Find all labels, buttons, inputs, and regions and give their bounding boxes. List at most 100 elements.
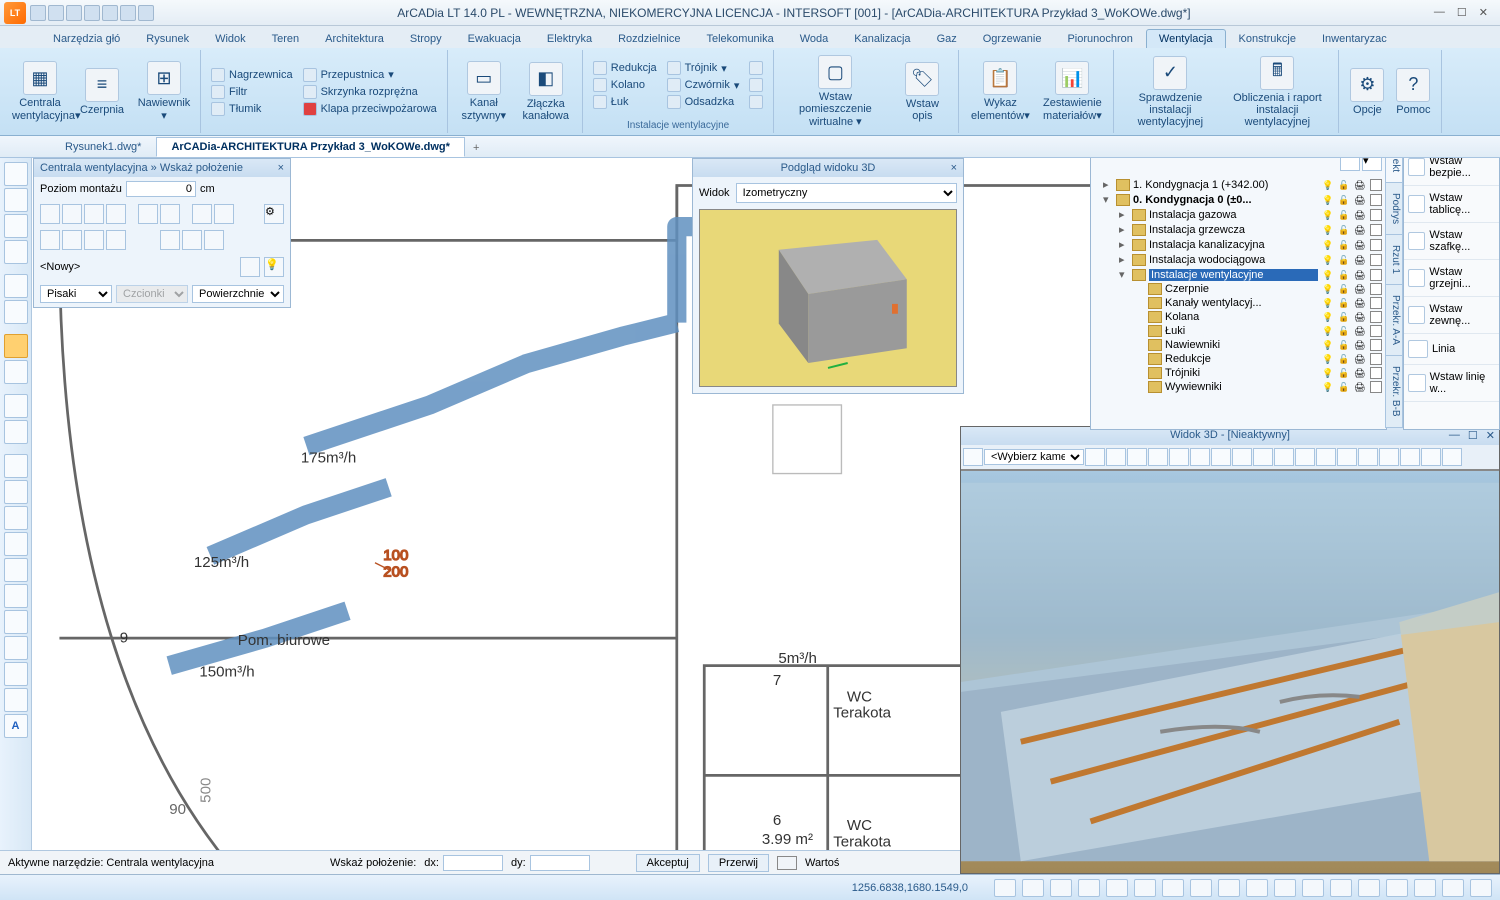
- status-icon[interactable]: [1246, 879, 1268, 897]
- vtab-przekr-a[interactable]: Przekr. A-A: [1385, 284, 1403, 356]
- v3d-tool-icon[interactable]: [1295, 448, 1315, 466]
- v3d-tool-icon[interactable]: [1085, 448, 1105, 466]
- prop-tool-icon[interactable]: [138, 204, 158, 224]
- prop-tool-icon[interactable]: [182, 230, 202, 250]
- klapa-button[interactable]: Klapa przeciwpożarowa: [299, 101, 441, 117]
- qat-print-icon[interactable]: [84, 5, 100, 21]
- tool-icon[interactable]: [4, 688, 28, 712]
- status-icon[interactable]: [1022, 879, 1044, 897]
- v3d-tool-icon[interactable]: [1358, 448, 1378, 466]
- status-icon[interactable]: [1386, 879, 1408, 897]
- status-icon[interactable]: [1442, 879, 1464, 897]
- tool-icon[interactable]: A: [4, 714, 28, 738]
- tree-node[interactable]: Czerpnie: [1095, 282, 1382, 296]
- extra3-icon[interactable]: [745, 94, 767, 110]
- v3d-tool-icon[interactable]: [1232, 448, 1252, 466]
- tool-icon-active[interactable]: [4, 334, 28, 358]
- tool-icon[interactable]: [4, 506, 28, 530]
- pm-tool-icon[interactable]: ▾: [1362, 158, 1382, 171]
- tool-icon[interactable]: [4, 662, 28, 686]
- tool-icon[interactable]: [4, 584, 28, 608]
- v3d-tool-icon[interactable]: [1253, 448, 1273, 466]
- qat-save-icon[interactable]: [66, 5, 82, 21]
- tree-node[interactable]: ▸Instalacja gazowa: [1095, 207, 1382, 222]
- prop-tool-icon[interactable]: [214, 204, 234, 224]
- v3d-tool-icon[interactable]: [1190, 448, 1210, 466]
- tab-rysunek[interactable]: Rysunek: [133, 29, 202, 48]
- opcje-button[interactable]: ⚙Opcje: [1345, 66, 1389, 118]
- tab-kanalizacja[interactable]: Kanalizacja: [841, 29, 923, 48]
- trojnik-button[interactable]: Trójnik ▾: [663, 60, 744, 76]
- add-icon[interactable]: [240, 257, 260, 277]
- wstaw-pomieszczenie-button[interactable]: ▢Wstaw pomieszczenie wirtualne ▾: [780, 53, 890, 130]
- tree-node[interactable]: Redukcje: [1095, 352, 1382, 366]
- status-icon[interactable]: [1050, 879, 1072, 897]
- new-doc-button[interactable]: +: [465, 139, 487, 157]
- prop-tool-icon[interactable]: [106, 230, 126, 250]
- vtab-rzut1[interactable]: Rzut 1: [1385, 234, 1403, 285]
- qat-more-icon[interactable]: [138, 5, 154, 21]
- qat-open-icon[interactable]: [48, 5, 64, 21]
- tool-icon[interactable]: [4, 300, 28, 324]
- preview-close-icon[interactable]: ×: [951, 162, 957, 174]
- tool-icon[interactable]: [4, 610, 28, 634]
- v3d-tool-icon[interactable]: [1211, 448, 1231, 466]
- tool-icon[interactable]: [4, 188, 28, 212]
- status-icon[interactable]: [1470, 879, 1492, 897]
- accept-button[interactable]: Akceptuj: [636, 854, 700, 872]
- v3d-tool-icon[interactable]: [1400, 448, 1420, 466]
- tab-ogrzewanie[interactable]: Ogrzewanie: [970, 29, 1055, 48]
- tree-node[interactable]: ▸Instalacja wodociągowa: [1095, 252, 1382, 267]
- pm-tool-icon[interactable]: [1340, 158, 1360, 171]
- dy-input[interactable]: [530, 855, 590, 871]
- vtab-przekr-b[interactable]: Przekr. B-B: [1385, 355, 1403, 428]
- prop-tool-icon[interactable]: [40, 204, 60, 224]
- v3d-tool-icon[interactable]: [1106, 448, 1126, 466]
- luk-button[interactable]: Łuk: [589, 94, 661, 110]
- odsadzka-button[interactable]: Odsadzka: [663, 94, 744, 110]
- prop-tool-icon[interactable]: [84, 204, 104, 224]
- skrzynka-button[interactable]: Skrzynka rozprężna: [299, 84, 441, 100]
- preview-3d-viewport[interactable]: [699, 209, 957, 387]
- tab-woda[interactable]: Woda: [787, 29, 842, 48]
- pomoc-button[interactable]: ?Pomoc: [1391, 66, 1435, 118]
- tool-icon[interactable]: [4, 360, 28, 384]
- powierzchnie-select[interactable]: Powierzchnie: [192, 285, 284, 303]
- close-button[interactable]: ✕: [1479, 6, 1488, 19]
- v3d-tool-icon[interactable]: [1274, 448, 1294, 466]
- tab-inwentaryzac[interactable]: Inwentaryzac: [1309, 29, 1400, 48]
- prop-tool-icon[interactable]: [62, 230, 82, 250]
- pm-tree[interactable]: ▸1. Kondygnacja 1 (+342.00)▾0. Kondygnac…: [1091, 175, 1386, 415]
- qat-new-icon[interactable]: [30, 5, 46, 21]
- redukcja-button[interactable]: Redukcja: [589, 60, 661, 76]
- status-icon[interactable]: [1134, 879, 1156, 897]
- status-icon[interactable]: [1218, 879, 1240, 897]
- prop-tool-icon[interactable]: [192, 204, 212, 224]
- czwornik-button[interactable]: Czwórnik ▾: [663, 77, 744, 93]
- tree-node[interactable]: ▾Instalacje wentylacyjne: [1095, 267, 1382, 282]
- tree-node[interactable]: Trójniki: [1095, 366, 1382, 380]
- tab-piorunochron[interactable]: Piorunochron: [1054, 29, 1145, 48]
- tab-gaz[interactable]: Gaz: [924, 29, 970, 48]
- dx-input[interactable]: [443, 855, 503, 871]
- tree-node[interactable]: Nawiewniki: [1095, 338, 1382, 352]
- widok-select[interactable]: Izometryczny: [736, 183, 957, 203]
- v3d-tool-icon[interactable]: [1337, 448, 1357, 466]
- vtab-podrys[interactable]: Podrys: [1385, 182, 1403, 235]
- smart-item[interactable]: Wstaw szafkę...: [1404, 223, 1499, 260]
- tree-node[interactable]: ▸Instalacja grzewcza: [1095, 222, 1382, 237]
- prop-tool-icon[interactable]: [160, 204, 180, 224]
- prop-tool-icon[interactable]: [106, 204, 126, 224]
- prop-tool-icon[interactable]: [204, 230, 224, 250]
- prop-tool-icon[interactable]: [40, 230, 60, 250]
- obliczenia-button[interactable]: 🖩Obliczenia i raport instalacji wentylac…: [1222, 54, 1332, 130]
- extra2-icon[interactable]: [745, 77, 767, 93]
- prop-tool-icon[interactable]: [84, 230, 104, 250]
- sprawdzenie-button[interactable]: ✓Sprawdzenie instalacji wentylacyjnej: [1120, 54, 1220, 130]
- smart-item[interactable]: Wstaw tablicę...: [1404, 186, 1499, 223]
- tool-icon[interactable]: [4, 532, 28, 556]
- v3d-tool-icon[interactable]: [1148, 448, 1168, 466]
- tab-telekomunika[interactable]: Telekomunika: [693, 29, 786, 48]
- tool-icon[interactable]: [4, 558, 28, 582]
- poziom-input[interactable]: [126, 181, 196, 197]
